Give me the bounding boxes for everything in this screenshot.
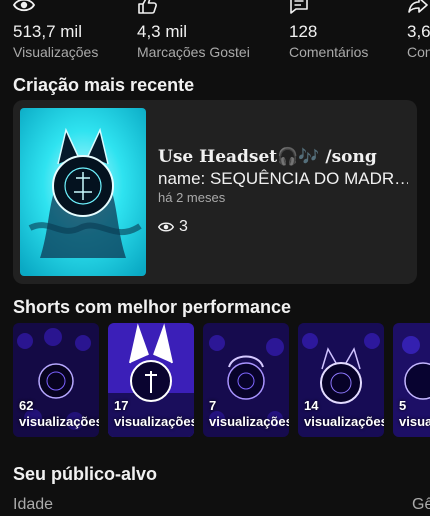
short-card[interactable]: 5 visualizações (393, 323, 430, 437)
recent-title-line1: Use Headset🎧🎶 /song (158, 147, 377, 167)
short-views: 17 visualizações (114, 398, 194, 429)
short-card[interactable]: 14 visualizações (298, 323, 384, 437)
comment-icon (290, 0, 308, 14)
share-icon (408, 0, 428, 13)
stats-row: 513,7 mil Visualizações 4,3 mil Marcaçõe… (0, 0, 430, 66)
gender-label[interactable]: Gê (412, 496, 430, 514)
short-views: 62 visualizações (19, 398, 99, 429)
stat-value: 128 (289, 22, 318, 41)
audience-section-title: Seu público-alvo (13, 464, 158, 484)
recent-video-thumbnail[interactable] (20, 108, 146, 276)
recent-video-title[interactable]: Use Headset🎧🎶 /song name: SEQUÊNCIA DO M… (158, 146, 408, 190)
stat-value: 3,6 (407, 22, 430, 41)
stat-value: 513,7 mil (13, 22, 82, 41)
short-views: 14 visualizações (304, 398, 384, 429)
shorts-section-title: Shorts com melhor performance (13, 297, 292, 317)
stat-label: Marcações Gostei (137, 44, 250, 60)
short-views: 7 visualizações (209, 398, 289, 429)
short-card[interactable]: 7 visualizações (203, 323, 289, 437)
eye-icon (158, 222, 174, 232)
recent-title-line2: name: SEQUÊNCIA DO MADR… (158, 169, 408, 188)
shorts-carousel[interactable]: 62 visualizações 17 visualizações 7 visu… (0, 323, 430, 437)
thumbnail-art (20, 108, 146, 276)
recent-video-views: 3 (158, 218, 188, 236)
stat-value: 4,3 mil (137, 22, 188, 41)
short-card[interactable]: 62 visualizações (13, 323, 99, 437)
stat-label: Comentários (289, 44, 369, 60)
thumbs-up-icon (138, 0, 157, 14)
recent-video-card[interactable]: Use Headset🎧🎶 /song name: SEQUÊNCIA DO M… (13, 100, 417, 284)
recent-video-date: há 2 meses (158, 190, 226, 205)
age-label[interactable]: Idade (13, 496, 53, 514)
short-views: 5 visualizações (399, 398, 430, 429)
recent-section-title: Criação mais recente (13, 75, 195, 95)
recent-views-count: 3 (179, 218, 188, 235)
eye-icon (13, 0, 35, 12)
stat-label: Con (407, 44, 430, 60)
short-card[interactable]: 17 visualizações (108, 323, 194, 437)
stat-label: Visualizações (13, 44, 99, 60)
